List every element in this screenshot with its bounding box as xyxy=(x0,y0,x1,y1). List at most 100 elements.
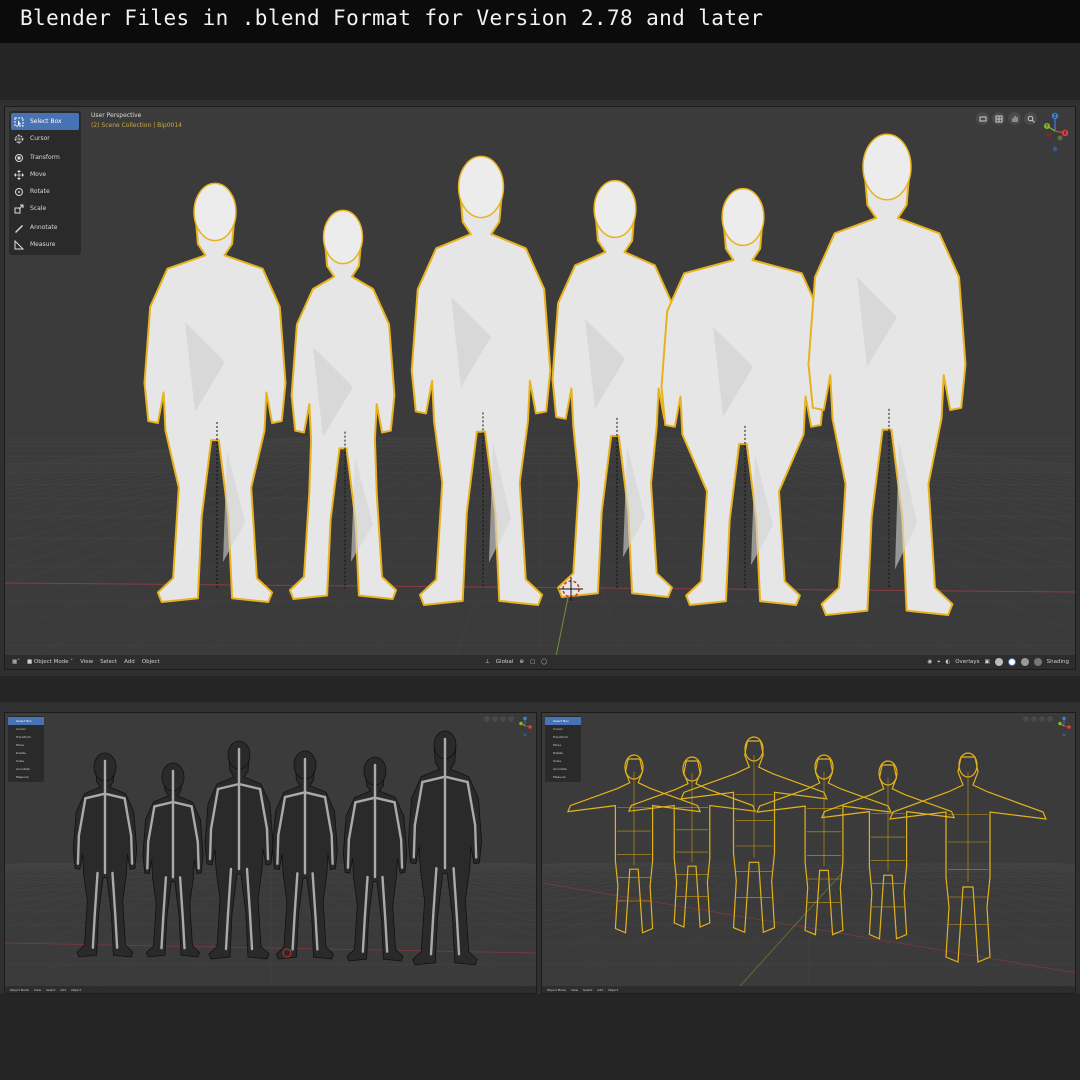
xray-icon[interactable]: ▣ xyxy=(984,659,989,665)
navigation-gizmo[interactable]: Z Y X xyxy=(1039,111,1071,155)
mini-tool[interactable]: Move xyxy=(8,741,44,749)
menu-add[interactable]: Add xyxy=(124,659,135,665)
tool-label: Select Box xyxy=(30,118,62,125)
cursor-icon xyxy=(13,133,25,145)
mini-tool[interactable]: Annotate xyxy=(8,765,44,773)
tpose-character xyxy=(889,752,1047,963)
mini-tool[interactable]: Measure xyxy=(545,773,581,781)
menu-select[interactable]: Select xyxy=(100,659,117,665)
mode-label: Object Mode xyxy=(33,659,69,665)
character-mesh xyxy=(551,198,679,598)
mini-menu[interactable]: Add xyxy=(60,988,66,992)
tool-measure[interactable]: Measure xyxy=(9,236,81,253)
tool-select-box[interactable]: Select Box xyxy=(11,113,79,130)
rotate-icon xyxy=(13,186,25,198)
mini-menu[interactable]: Select xyxy=(583,988,592,992)
wireframe-scene[interactable] xyxy=(5,713,537,994)
main-3d-viewport[interactable]: Select Box Cursor Transform Move Rotate … xyxy=(4,106,1076,670)
mini-menu[interactable]: Object xyxy=(608,988,618,992)
armature-bone xyxy=(76,834,81,865)
character-mesh xyxy=(410,176,552,606)
mini-navigation-gizmo[interactable] xyxy=(517,716,533,738)
mini-mode-label[interactable]: Object Mode xyxy=(10,988,29,992)
mini-navigation-controls xyxy=(1023,716,1053,722)
scale-icon xyxy=(13,203,25,215)
yellow-wireframe-scene[interactable] xyxy=(542,713,1076,994)
menu-object[interactable]: Object xyxy=(142,659,160,665)
camera-view-icon[interactable] xyxy=(976,112,989,125)
proportional-icon[interactable]: ◯ xyxy=(541,659,547,665)
character-model xyxy=(288,209,398,600)
mini-tool[interactable]: Select Box xyxy=(545,717,581,725)
mini-tool[interactable]: Transform xyxy=(545,733,581,741)
armature-bone xyxy=(473,823,478,859)
tool-annotate[interactable]: Annotate xyxy=(9,219,81,236)
viewport-header: ▦˅ ■ Object Mode ˅ View Select Add Objec… xyxy=(5,655,1075,669)
zoom-icon[interactable] xyxy=(1024,112,1037,125)
material-shading-icon[interactable] xyxy=(1020,658,1029,666)
mode-select[interactable]: ■ Object Mode ˅ xyxy=(27,659,73,665)
mini-tool[interactable]: Scale xyxy=(8,757,44,765)
character-mesh xyxy=(660,206,826,606)
mini-menu[interactable]: View xyxy=(34,988,41,992)
menu-view[interactable]: View xyxy=(80,659,93,665)
hand-pan-icon[interactable] xyxy=(1008,112,1021,125)
gizmo-y-label: Y xyxy=(1045,124,1049,129)
mini-menu[interactable]: View xyxy=(571,988,578,992)
mini-menu[interactable]: Add xyxy=(597,988,603,992)
mini-tool[interactable]: Scale xyxy=(545,757,581,765)
tool-label: Measure xyxy=(30,241,56,248)
tool-transform[interactable]: Transform xyxy=(9,149,81,166)
mini-tool[interactable]: Select Box xyxy=(8,717,44,725)
character-head xyxy=(862,133,912,201)
shading-button[interactable]: Shading xyxy=(1047,659,1069,665)
tool-rotate[interactable]: Rotate xyxy=(9,183,81,200)
tool-scale[interactable]: Scale xyxy=(9,200,81,217)
overlays-button[interactable]: Overlays xyxy=(955,659,979,665)
tool-shelf: Select Box Cursor Transform Move Rotate … xyxy=(9,111,81,255)
visibility-icon[interactable]: ◉ xyxy=(927,659,932,665)
character-head xyxy=(322,209,364,265)
overlays-toggle-icon[interactable]: ◐ xyxy=(945,659,950,665)
mini-tool[interactable]: Transform xyxy=(8,733,44,741)
mini-tool[interactable]: Move xyxy=(545,741,581,749)
transform-icon xyxy=(13,152,25,164)
character-head xyxy=(193,182,237,242)
mini-navigation-gizmo[interactable] xyxy=(1056,716,1072,738)
tool-cursor[interactable]: Cursor xyxy=(9,130,81,147)
yellow-wireframe-viewport[interactable]: Select Box Cursor Transform Move Rotate … xyxy=(541,712,1076,994)
armature-bone xyxy=(146,840,150,870)
annotate-icon xyxy=(13,222,25,234)
mini-tool[interactable]: Cursor xyxy=(545,725,581,733)
wireframe-shading-icon[interactable] xyxy=(994,658,1003,666)
mini-tool-shelf: Select Box Cursor Transform Move Rotate … xyxy=(545,716,581,782)
mini-mode-label[interactable]: Object Mode xyxy=(547,988,566,992)
mini-menu[interactable]: Object xyxy=(71,988,81,992)
tpose-character xyxy=(627,756,757,928)
mini-menu[interactable]: Select xyxy=(46,988,55,992)
mini-tool[interactable]: Rotate xyxy=(545,749,581,757)
editor-type-icon[interactable]: ▦˅ xyxy=(12,659,20,665)
solid-shading-icon[interactable] xyxy=(1007,658,1016,666)
measure-icon xyxy=(13,239,25,251)
tool-label: Rotate xyxy=(30,188,50,195)
mini-tool[interactable]: Cursor xyxy=(8,725,44,733)
grid-icon[interactable] xyxy=(992,112,1005,125)
wireframe-viewport[interactable]: Select Box Cursor Transform Move Rotate … xyxy=(4,712,537,994)
mini-viewport-header: Object Mode View Select Add Object xyxy=(542,986,1075,993)
rendered-shading-icon[interactable] xyxy=(1033,658,1042,666)
orientation-select[interactable]: Global xyxy=(496,659,514,665)
orientation-icon[interactable]: ⊥ xyxy=(485,659,490,665)
gizmo-toggle-icon[interactable]: ⌖ xyxy=(937,659,940,666)
mini-tool[interactable]: Measure xyxy=(8,773,44,781)
mini-tool[interactable]: Annotate xyxy=(545,765,581,773)
navigation-controls xyxy=(976,112,1037,125)
viewport-scene[interactable] xyxy=(5,107,1076,670)
character-head xyxy=(593,179,637,239)
snap-icon[interactable]: ▢ xyxy=(530,659,535,665)
character-model xyxy=(660,187,826,606)
pivot-icon[interactable]: ⊕ xyxy=(519,659,524,665)
mini-tool[interactable]: Rotate xyxy=(8,749,44,757)
tool-move[interactable]: Move xyxy=(9,166,81,183)
character-model xyxy=(410,155,552,606)
